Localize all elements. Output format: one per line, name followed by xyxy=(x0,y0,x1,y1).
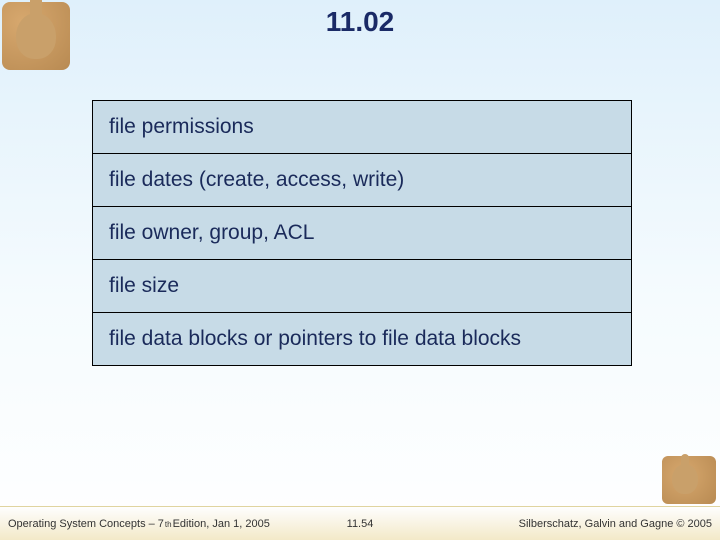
table-row: file size xyxy=(93,260,631,313)
dinosaur-icon xyxy=(672,464,698,494)
slide-footer: Operating System Concepts – 7th Edition,… xyxy=(0,506,720,540)
slide-title: 11.02 xyxy=(0,6,720,38)
copyright-text: Silberschatz, Galvin and Gagne © 2005 xyxy=(519,518,712,530)
book-title-suffix: Edition, Jan 1, 2005 xyxy=(173,518,270,530)
footer-left-text: Operating System Concepts – 7th Edition,… xyxy=(8,518,270,530)
slide-number: 11.54 xyxy=(347,518,374,530)
ordinal-sup: th xyxy=(165,520,172,529)
table-row: file permissions xyxy=(93,101,631,154)
fcb-table: file permissions file dates (create, acc… xyxy=(92,100,632,366)
dinosaur-logo-bottom xyxy=(662,456,716,504)
table-row: file owner, group, ACL xyxy=(93,207,631,260)
book-title-prefix: Operating System Concepts – 7 xyxy=(8,518,164,530)
table-row: file dates (create, access, write) xyxy=(93,154,631,207)
table-row: file data blocks or pointers to file dat… xyxy=(93,313,631,365)
